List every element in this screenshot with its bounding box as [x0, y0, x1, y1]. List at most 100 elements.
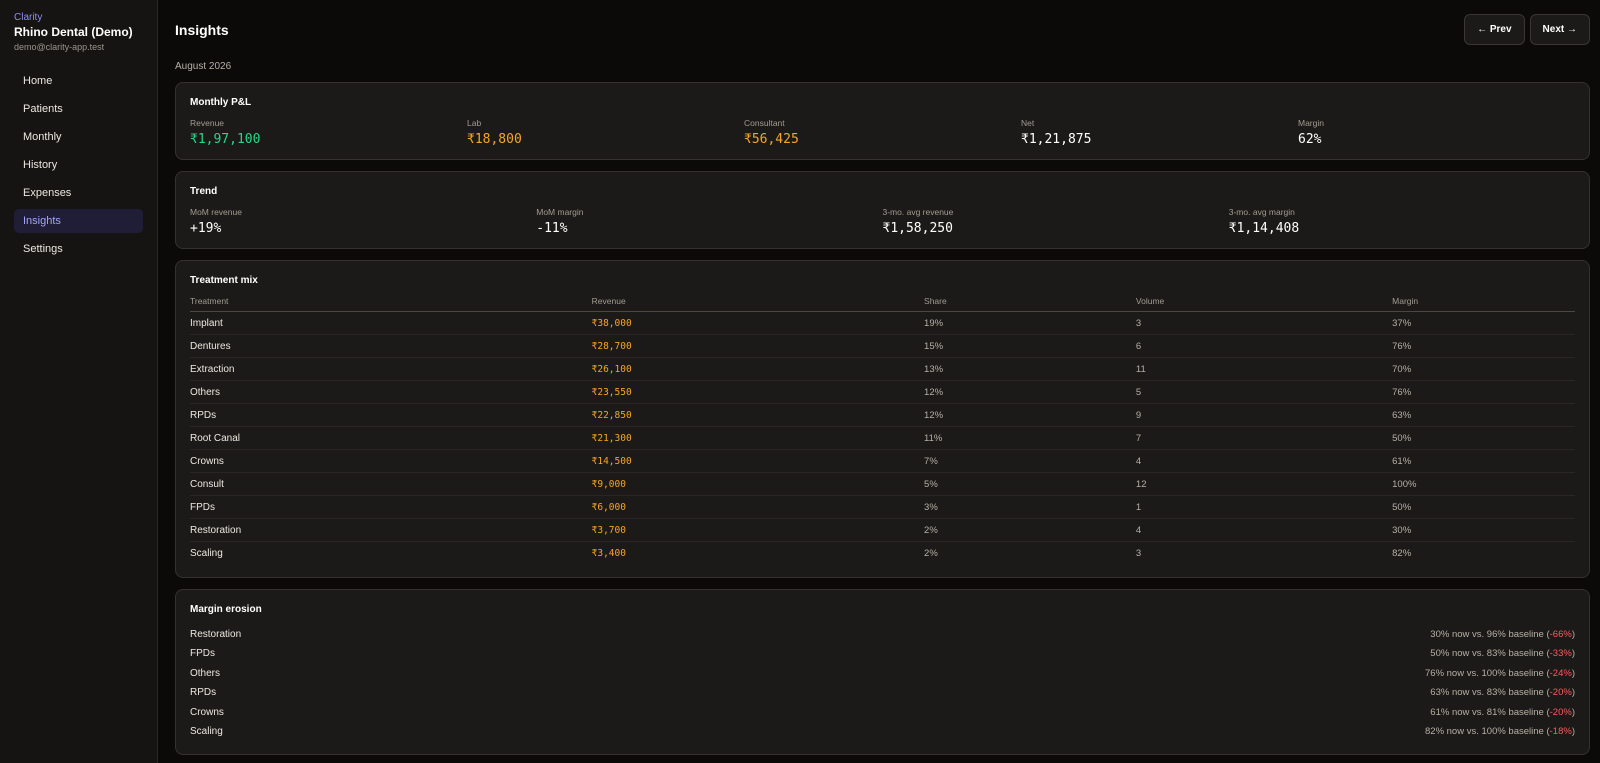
sidebar-item-expenses[interactable]: Expenses [14, 181, 143, 205]
table-cell: ₹22,850 [591, 403, 925, 427]
column-header: Share [924, 296, 1136, 312]
column-header: Revenue [591, 296, 925, 312]
table-row: Dentures ₹28,700 15% 6 76% [190, 334, 1575, 358]
treatment-mix-card: Treatment mix Treatment Revenue Share Volum… [175, 260, 1590, 578]
table-cell: 6 [1135, 334, 1393, 358]
table-row: RPDs ₹22,850 12% 9 63% [190, 403, 1575, 427]
table-cell: ₹9,000 [591, 472, 925, 496]
table-row: Restoration ₹3,700 2% 4 30% [190, 518, 1575, 542]
stat-label: 3-mo. avg margin [1228, 207, 1295, 217]
table-cell: 70% [1392, 357, 1575, 381]
table-cell: FPDs [190, 495, 592, 519]
table-row: Implant ₹38,000 19% 3 37% [190, 311, 1575, 335]
table-cell: 50% [1392, 495, 1575, 519]
margin-erosion-title: Margin erosion [190, 603, 262, 615]
sidebar-item-monthly[interactable]: Monthly [14, 125, 143, 149]
sidebar-item-settings[interactable]: Settings [14, 237, 143, 261]
column-header: Margin [1392, 296, 1575, 312]
table-cell: 63% [1392, 403, 1575, 427]
table-cell: 12% [924, 380, 1136, 404]
table-cell: Root Canal [190, 426, 592, 450]
list-item: Others 76% now vs. 100% baseline (-24%) [190, 664, 1575, 684]
erosion-detail: 63% now vs. 83% baseline (-20%) [1430, 687, 1575, 698]
sidebar-item-history[interactable]: History [14, 153, 143, 177]
table-cell: 3% [924, 495, 1136, 519]
table-cell: 1 [1135, 495, 1393, 519]
list-item: RPDs 63% now vs. 83% baseline (-20%) [190, 683, 1575, 703]
table-cell: Implant [190, 311, 592, 335]
margin-erosion-list: Restoration 30% now vs. 96% baseline (-66… [190, 625, 1575, 742]
table-row: Crowns ₹14,500 7% 4 61% [190, 449, 1575, 473]
table-row: Scaling ₹3,400 2% 3 82% [190, 542, 1575, 565]
stat-label: Consultant [744, 118, 785, 128]
table-cell: 4 [1135, 449, 1393, 473]
stat-label: Margin [1298, 118, 1324, 128]
erosion-comparison: 76% now vs. 100% baseline ( [1425, 667, 1550, 679]
sidebar-item-home[interactable]: Home [14, 69, 143, 93]
treatment-mix-title: Treatment mix [190, 275, 258, 286]
table-cell: 4 [1135, 518, 1393, 542]
erosion-close: ) [1571, 628, 1575, 640]
pnl-stats: Revenue ₹1,97,100 Lab ₹18,800 Consultant ₹56,… [190, 118, 1575, 147]
stat-value: ₹1,58,250 [882, 221, 953, 236]
erosion-comparison: 30% now vs. 96% baseline ( [1430, 628, 1550, 640]
treatment-mix-table: Treatment Revenue Share Volume Margin Implan… [190, 296, 1575, 565]
main-content: Insights ← Prev Next → August 2026 Month… [158, 0, 1600, 763]
column-header: Treatment [190, 296, 592, 312]
table-cell: ₹26,100 [591, 357, 925, 381]
table-cell: Restoration [190, 518, 592, 542]
erosion-close: ) [1571, 687, 1575, 699]
list-item: Crowns 61% now vs. 81% baseline (-20%) [190, 703, 1575, 723]
prev-button[interactable]: ← Prev [1464, 14, 1525, 45]
brand-name: Clarity [14, 12, 43, 23]
sidebar-item-patients[interactable]: Patients [14, 97, 143, 121]
topbar: Insights ← Prev Next → [175, 14, 1590, 58]
table-cell: 100% [1392, 472, 1575, 496]
stat-value: ₹1,14,408 [1228, 221, 1300, 236]
table-cell: 9 [1135, 403, 1393, 427]
table-cell: 5 [1135, 380, 1393, 404]
erosion-treatment: Scaling [190, 726, 223, 738]
table-cell: 76% [1392, 380, 1575, 404]
trend-title: Trend [190, 186, 218, 197]
stat-label: 3-mo. avg revenue [882, 207, 954, 217]
pnl-stat: Consultant ₹56,425 [744, 118, 1021, 147]
table-cell: 3 [1135, 547, 1142, 559]
erosion-comparison: 61% now vs. 81% baseline ( [1430, 706, 1550, 718]
erosion-close: ) [1571, 667, 1575, 679]
table-cell: ₹28,700 [591, 334, 925, 358]
stat-value: -11% [536, 221, 568, 236]
stat-label: MoM margin [536, 207, 584, 217]
erosion-delta: -24% [1549, 667, 1572, 679]
table-cell: ₹3,400 [591, 547, 626, 559]
erosion-detail: 50% now vs. 83% baseline (-33%) [1430, 648, 1575, 659]
stat-value: 62% [1298, 132, 1322, 147]
table-row: Extraction ₹26,100 13% 11 70% [190, 357, 1575, 381]
table-cell: 15% [924, 334, 1136, 358]
stat-label: Net [1021, 118, 1035, 128]
table-cell: 5% [924, 472, 1136, 496]
table-cell: 19% [924, 311, 1136, 335]
pnl-stat: Lab ₹18,800 [467, 118, 744, 147]
erosion-detail: 82% now vs. 100% baseline (-18%) [1425, 726, 1575, 737]
pnl-title: Monthly P&L [190, 97, 252, 108]
stat-value: ₹1,97,100 [190, 132, 261, 147]
erosion-treatment: Crowns [190, 706, 224, 718]
table-cell: 11 [1135, 357, 1393, 381]
table-cell: 82% [1392, 547, 1412, 559]
erosion-close: ) [1571, 648, 1575, 660]
margin-erosion-card: Margin erosion Restoration 30% now vs. 96… [175, 588, 1590, 755]
table-cell: Consult [190, 472, 592, 496]
trend-card: Trend MoM revenue +19% MoM margin -11% 3-mo.… [175, 171, 1590, 249]
erosion-delta: -20% [1549, 687, 1572, 699]
sidebar-item-insights[interactable]: Insights [14, 209, 143, 233]
erosion-close: ) [1571, 726, 1575, 738]
table-cell: 61% [1392, 449, 1575, 473]
table-cell: 11% [924, 426, 1136, 450]
trend-stat: 3-mo. avg margin ₹1,14,408 [1229, 207, 1575, 236]
stat-value: ₹56,425 [744, 132, 799, 147]
pnl-stat: Net ₹1,21,875 [1021, 118, 1298, 147]
next-button[interactable]: Next → [1529, 14, 1590, 45]
table-cell: Scaling [190, 547, 223, 559]
period-label: August 2026 [175, 61, 232, 72]
